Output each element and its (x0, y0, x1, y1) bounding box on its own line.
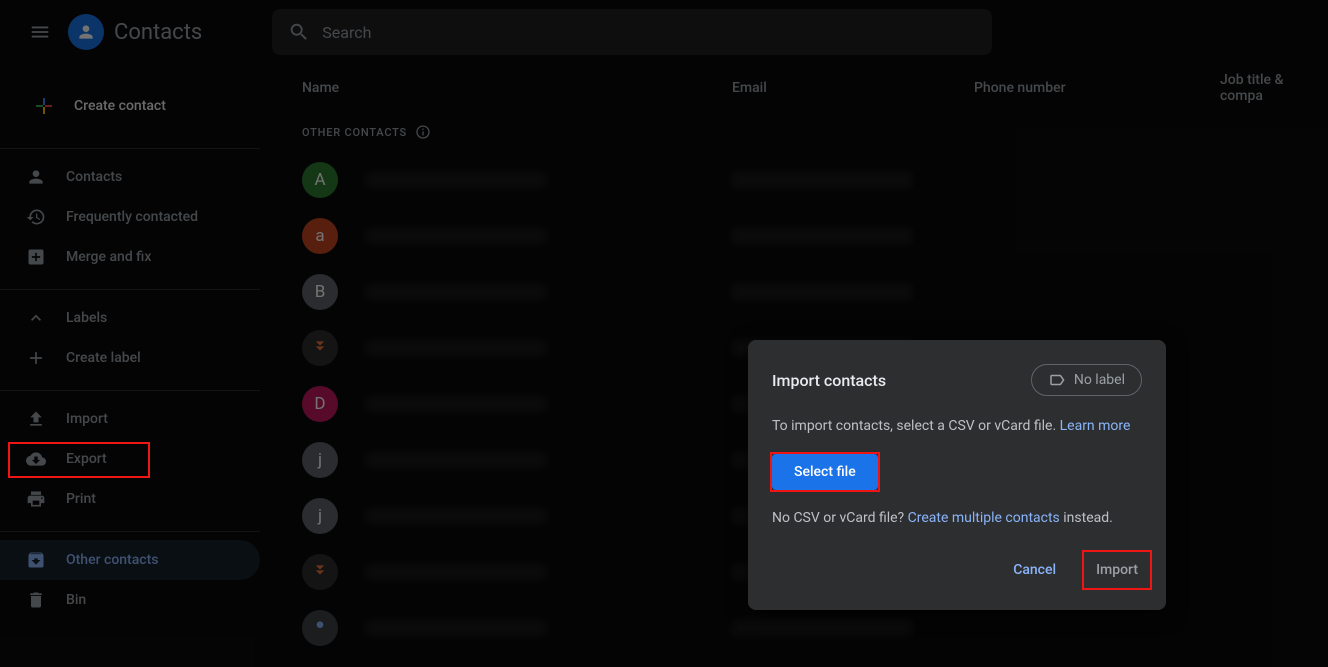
no-label-chip[interactable]: No label (1031, 364, 1142, 396)
import-button[interactable]: Import (1092, 554, 1142, 586)
create-multiple-link[interactable]: Create multiple contacts (908, 510, 1060, 526)
no-label-text: No label (1074, 372, 1125, 388)
learn-more-link[interactable]: Learn more (1060, 418, 1131, 434)
dialog-alt-text: No CSV or vCard file? Create multiple co… (772, 508, 1142, 528)
dialog-instruction: To import contacts, select a CSV or vCar… (772, 416, 1142, 436)
cancel-button[interactable]: Cancel (1009, 554, 1060, 586)
select-file-button[interactable]: Select file (772, 454, 878, 490)
import-contacts-dialog: Import contacts No label To import conta… (748, 340, 1166, 610)
label-icon (1048, 371, 1066, 389)
dialog-title: Import contacts (772, 371, 1015, 390)
